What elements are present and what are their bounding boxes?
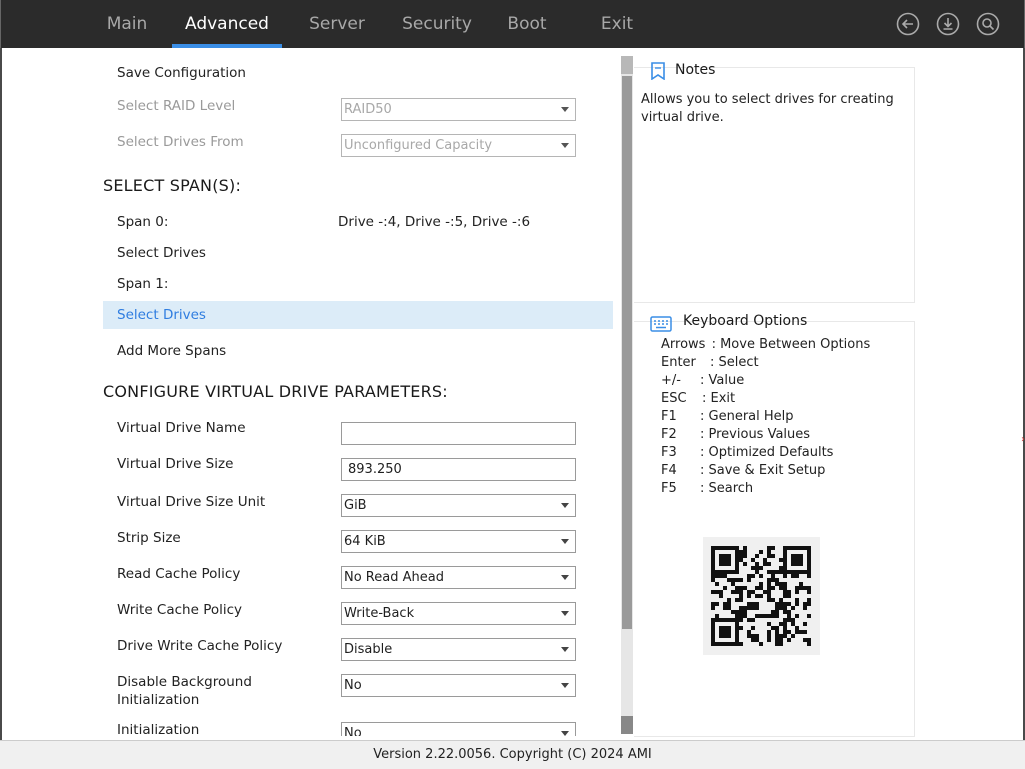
tab-security[interactable]: Security bbox=[395, 0, 479, 48]
vd-name-label: Virtual Drive Name bbox=[117, 420, 246, 436]
download-icon[interactable] bbox=[936, 12, 960, 36]
back-icon[interactable] bbox=[896, 12, 920, 36]
kb-line-f4: F4: Save & Exit Setup bbox=[661, 463, 826, 478]
vd-size-input[interactable]: 893.250 bbox=[341, 458, 576, 481]
chevron-down-icon bbox=[561, 539, 569, 544]
raid-level-label: Select RAID Level bbox=[117, 98, 236, 114]
active-tab-indicator bbox=[172, 44, 282, 48]
read-cache-label: Read Cache Policy bbox=[117, 566, 241, 582]
chevron-down-icon bbox=[561, 731, 569, 736]
bookmark-icon bbox=[650, 62, 666, 84]
initialization-value: No bbox=[344, 726, 362, 736]
kb-line-f5: F5: Search bbox=[661, 481, 754, 496]
vd-size-label: Virtual Drive Size bbox=[117, 456, 234, 472]
raid-level-value: RAID50 bbox=[344, 102, 392, 117]
initialization-label: Initialization bbox=[117, 722, 200, 736]
notes-panel: Notes Allows you to select drives for cr… bbox=[634, 62, 915, 303]
write-cache-value: Write-Back bbox=[344, 606, 415, 621]
drive-write-cache-label: Drive Write Cache Policy bbox=[117, 638, 283, 654]
configure-vd-heading: CONFIGURE VIRTUAL DRIVE PARAMETERS: bbox=[103, 382, 448, 401]
tab-server[interactable]: Server bbox=[297, 0, 377, 48]
read-cache-value: No Read Ahead bbox=[344, 570, 444, 585]
disable-bg-init-select[interactable]: No bbox=[341, 674, 576, 697]
select-drives-span0[interactable]: Select Drives bbox=[117, 245, 206, 261]
chevron-down-icon bbox=[561, 107, 569, 112]
qr-code bbox=[703, 537, 820, 655]
strip-size-select[interactable]: 64 KiB bbox=[341, 530, 576, 553]
read-cache-select[interactable]: No Read Ahead bbox=[341, 566, 576, 589]
vd-size-value: 893.250 bbox=[348, 462, 402, 477]
drives-from-value: Unconfigured Capacity bbox=[344, 138, 493, 153]
chevron-down-icon bbox=[561, 575, 569, 580]
scroll-up-button[interactable] bbox=[621, 56, 633, 74]
tab-exit[interactable]: Exit bbox=[591, 0, 643, 48]
kb-line-enter: Enter: Select bbox=[661, 355, 759, 370]
chevron-down-icon bbox=[561, 503, 569, 508]
vd-size-unit-select[interactable]: GiB bbox=[341, 494, 576, 517]
vd-size-unit-value: GiB bbox=[344, 498, 367, 513]
write-cache-select[interactable]: Write-Back bbox=[341, 602, 576, 625]
strip-size-label: Strip Size bbox=[117, 530, 181, 546]
top-nav-bar: Main Advanced Server Security Boot Exit bbox=[0, 0, 1025, 48]
edge-marker-icon: › bbox=[1021, 434, 1025, 445]
drives-from-select: Unconfigured Capacity bbox=[341, 134, 576, 157]
kb-line-f1: F1: General Help bbox=[661, 409, 794, 424]
vd-name-input[interactable] bbox=[341, 422, 576, 445]
vd-size-unit-label: Virtual Drive Size Unit bbox=[117, 494, 266, 510]
notes-title: Notes bbox=[675, 62, 716, 78]
drive-write-cache-value: Disable bbox=[344, 642, 393, 657]
scroll-down-button[interactable] bbox=[621, 716, 633, 734]
write-cache-label: Write Cache Policy bbox=[117, 602, 243, 618]
select-spans-heading: SELECT SPAN(S): bbox=[103, 176, 242, 195]
keyboard-options-title: Keyboard Options bbox=[683, 313, 808, 329]
tab-main[interactable]: Main bbox=[92, 0, 162, 48]
footer-version: Version 2.22.0056. Copyright (C) 2024 AM… bbox=[0, 740, 1025, 769]
raid-level-select: RAID50 bbox=[341, 98, 576, 121]
kb-line-f3: F3: Optimized Defaults bbox=[661, 445, 834, 460]
kb-line-esc: ESC: Exit bbox=[661, 391, 736, 406]
kb-line-f2: F2: Previous Values bbox=[661, 427, 811, 442]
disable-bg-init-value: No bbox=[344, 678, 362, 693]
disable-bg-init-label-line1: Disable Background bbox=[117, 674, 252, 690]
tab-advanced[interactable]: Advanced bbox=[172, 0, 282, 48]
tab-boot[interactable]: Boot bbox=[497, 0, 557, 48]
select-drives-span1[interactable]: Select Drives bbox=[117, 307, 206, 323]
initialization-select[interactable]: No bbox=[341, 722, 576, 736]
keyboard-options-panel: Keyboard Options Arrows : Move Between O… bbox=[634, 313, 915, 737]
kb-line-plusminus: +/-: Value bbox=[661, 373, 745, 388]
save-configuration-item[interactable]: Save Configuration bbox=[117, 65, 246, 81]
span0-value: Drive -:4, Drive -:5, Drive -:6 bbox=[338, 214, 531, 230]
span1-label: Span 1: bbox=[117, 276, 169, 292]
drives-from-label: Select Drives From bbox=[117, 134, 244, 150]
kb-line-arrows: Arrows : Move Between Options bbox=[661, 337, 871, 352]
keyboard-icon bbox=[650, 315, 672, 337]
drive-write-cache-select[interactable]: Disable bbox=[341, 638, 576, 661]
content-scrollbar[interactable] bbox=[621, 56, 633, 734]
chevron-down-icon bbox=[561, 611, 569, 616]
notes-text: Allows you to select drives for creating… bbox=[641, 92, 894, 125]
span0-label: Span 0: bbox=[117, 214, 169, 230]
chevron-down-icon bbox=[561, 143, 569, 148]
chevron-down-icon bbox=[561, 683, 569, 688]
frame-left-border bbox=[0, 48, 2, 740]
settings-content: Save Configuration Select RAID Level RAI… bbox=[103, 56, 615, 736]
add-more-spans-item[interactable]: Add More Spans bbox=[117, 343, 226, 359]
search-icon[interactable] bbox=[976, 12, 1000, 36]
disable-bg-init-label-line2: Initialization bbox=[117, 692, 200, 708]
scroll-thumb[interactable] bbox=[622, 76, 632, 629]
chevron-down-icon bbox=[561, 647, 569, 652]
strip-size-value: 64 KiB bbox=[344, 534, 386, 549]
